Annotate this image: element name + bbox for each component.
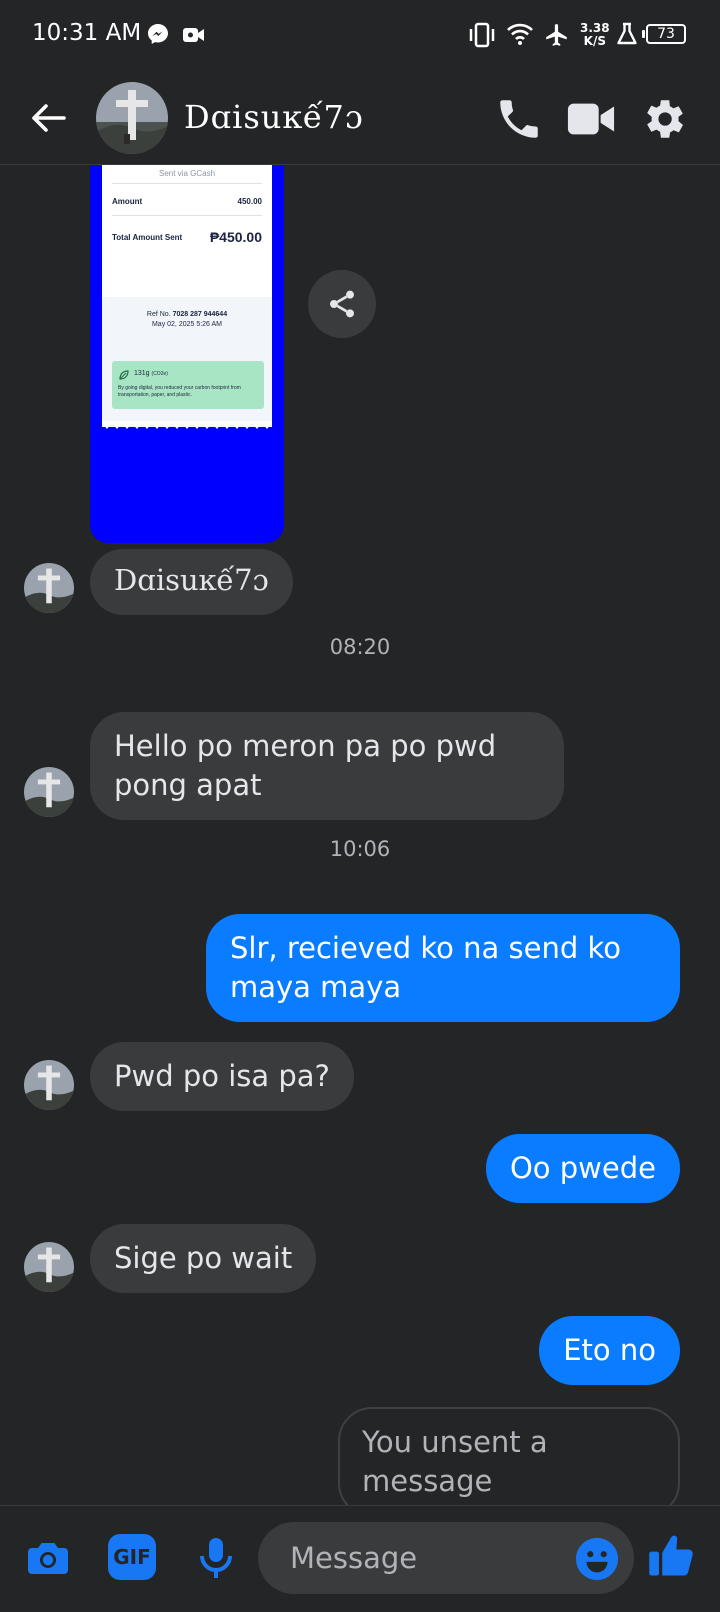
gear-icon[interactable] xyxy=(638,94,688,144)
receipt-ref-label: Ref No. xyxy=(146,311,171,318)
carbon-note: By going digital, you reduced your carbo… xyxy=(118,385,241,398)
message-bubble-incoming[interactable]: Sige po wait xyxy=(90,1224,317,1293)
receipt-sent-via: Sent via GCash xyxy=(158,169,216,178)
message-timestamp: 08:20 xyxy=(329,635,391,659)
leaf-icon xyxy=(119,370,129,380)
gif-icon[interactable]: GIF xyxy=(108,1534,156,1580)
receipt-paper: Sent via GCash Amount 450.00 Total Amoun… xyxy=(102,165,272,427)
message-bubble-incoming[interactable]: Hello po meron pa po pwd pong apat xyxy=(90,712,564,820)
back-arrow-icon[interactable] xyxy=(28,98,68,138)
sender-avatar[interactable] xyxy=(24,1242,74,1292)
message-bubble-outgoing[interactable]: Oo pwede xyxy=(485,1134,680,1203)
contact-name[interactable]: Dɑisuĸế7ɔ xyxy=(184,98,364,136)
message-timestamp: 10:06 xyxy=(329,837,391,861)
message-bubble-outgoing[interactable]: Eto no xyxy=(539,1316,680,1385)
receipt-image[interactable]: Sent via GCash Amount 450.00 Total Amoun… xyxy=(90,165,284,543)
message-bubble-incoming[interactable]: Dɑisuĸế7ɔ xyxy=(90,549,293,615)
chat-header: Dɑisuĸế7ɔ xyxy=(0,72,720,165)
wifi-icon xyxy=(507,23,533,45)
contact-avatar[interactable] xyxy=(96,82,168,154)
phone-icon[interactable] xyxy=(494,94,544,144)
status-time: 10:31 AM xyxy=(32,20,142,46)
carbon-unit: (CO2e) xyxy=(151,371,168,377)
receipt-ref: Ref No. 7028 287 944644 xyxy=(102,311,272,318)
carbon-box: 131g (CO2e) By going digital, you reduce… xyxy=(112,361,264,409)
sender-avatar[interactable] xyxy=(24,1060,74,1110)
sender-avatar[interactable] xyxy=(24,767,74,817)
receipt-amount-label: Amount xyxy=(112,197,143,206)
composer-bar: GIF xyxy=(0,1505,720,1612)
emoji-icon[interactable] xyxy=(574,1536,620,1582)
divider xyxy=(112,183,262,184)
flask-icon xyxy=(617,22,637,45)
video-call-icon[interactable] xyxy=(566,94,616,144)
divider xyxy=(112,215,262,216)
airplane-icon xyxy=(546,24,567,46)
receipt-amount-value: 450.00 xyxy=(237,197,262,206)
vibrate-icon xyxy=(469,22,495,48)
unsent-message-notice: You unsent a message xyxy=(338,1407,680,1505)
video-record-icon xyxy=(183,28,204,42)
receipt-total-label: Total Amount Sent xyxy=(112,233,183,242)
thumbs-up-icon[interactable] xyxy=(646,1530,698,1582)
network-speed-unit: K/S xyxy=(583,34,606,48)
messenger-icon xyxy=(148,24,168,44)
message-bubble-incoming[interactable]: Pwd po isa pa? xyxy=(90,1042,354,1111)
camera-icon[interactable] xyxy=(24,1534,72,1582)
network-speed: 3.38 K/S xyxy=(580,22,610,48)
message-bubble-outgoing[interactable]: Slr, recieved ko na send ko maya maya xyxy=(206,914,680,1022)
microphone-icon[interactable] xyxy=(192,1534,240,1582)
carbon-value: 131g (CO2e) xyxy=(134,370,168,377)
status-bar: 10:31 AM 3.38 K/S 73 xyxy=(0,0,720,72)
message-list: Sent via GCash Amount 450.00 Total Amoun… xyxy=(0,165,720,1505)
battery-indicator: 73 xyxy=(642,24,686,44)
receipt-zigzag-edge xyxy=(102,421,272,429)
receipt-ref-number: 7028 287 944644 xyxy=(172,311,228,318)
carbon-amount: 131g xyxy=(134,370,150,377)
share-button[interactable] xyxy=(308,270,376,338)
receipt-total-value: ₱450.00 xyxy=(209,229,262,245)
share-icon xyxy=(330,290,354,318)
sender-avatar[interactable] xyxy=(24,563,74,613)
receipt-datetime: May 02, 2025 5:26 AM xyxy=(151,321,223,328)
